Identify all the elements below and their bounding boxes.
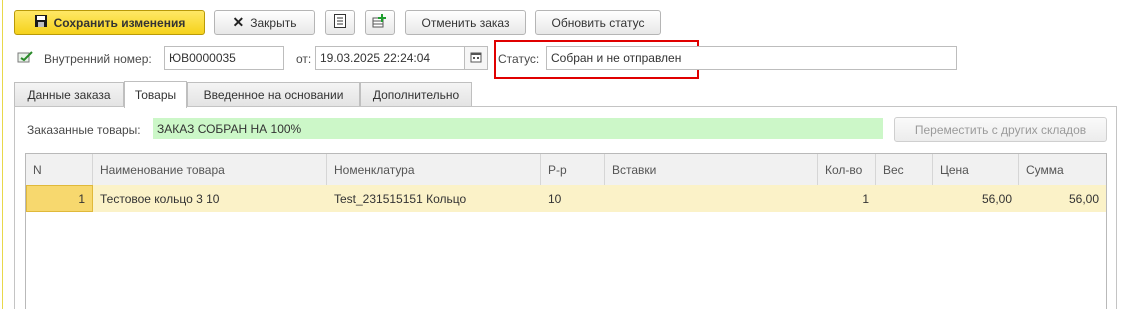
tab-goods-label: Товары [134,88,177,102]
column-header-label: Вес [883,162,904,177]
cell-value: Тестовое кольцо 3 10 [100,191,220,206]
column-header-weight[interactable]: Вес [876,154,933,185]
column-header-inserts[interactable]: Вставки [605,154,818,185]
column-header-label: Кол-во [825,162,863,177]
edit-icon [17,50,35,67]
tab-additional[interactable]: Дополнительно [360,82,472,107]
column-header-label: Наименование товара [100,162,225,177]
window-edge [2,0,3,309]
cell-nomenclature[interactable]: Test_231515151 Кольцо [327,185,541,212]
column-header-label: N [33,162,42,177]
calendar-icon [470,51,482,66]
column-header-price[interactable]: Цена [933,154,1019,185]
table-row[interactable]: 1 Тестовое кольцо 3 10 Test_231515151 Ко… [26,185,1106,212]
cell-name[interactable]: Тестовое кольцо 3 10 [93,185,327,212]
cell-price[interactable]: 56,00 [933,185,1019,212]
close-button-label: Закрыть [250,15,297,30]
move-from-warehouses-button[interactable]: Переместить с других складов [894,117,1107,142]
column-header-label: Вставки [612,162,657,177]
cell-weight[interactable] [876,185,933,212]
close-icon: ✕ [232,14,245,30]
cell-value: 56,00 [981,191,1012,206]
column-header-nomenclature[interactable]: Номенклатура [327,154,541,185]
date-value: 19.03.2025 22:24:04 [320,51,431,65]
column-header-qty[interactable]: Кол-во [818,154,876,185]
floppy-disk-icon [34,14,48,31]
tab-based-on[interactable]: Введенное на основании [187,82,360,107]
column-header-name[interactable]: Наименование товара [93,154,327,185]
table-header: N Наименование товара Номенклатура Р-р В… [26,154,1106,186]
cell-value: 56,00 [1068,191,1099,206]
date-label: от: [296,52,312,66]
document-button[interactable] [325,10,355,35]
column-header-sum[interactable]: Сумма [1019,154,1106,185]
tab-goods[interactable]: Товары [124,81,187,108]
cancel-order-button[interactable]: Отменить заказ [405,10,526,35]
ordered-goods-status-text: ЗАКАЗ СОБРАН НА 100% [157,121,302,136]
tab-order-data-label: Данные заказа [27,88,111,102]
tab-additional-label: Дополнительно [372,88,460,102]
cell-value: 10 [548,191,562,206]
status-field[interactable]: Собран и не отправлен [546,46,957,70]
cell-value: 1 [862,191,869,206]
tab-based-on-label: Введенное на основании [203,88,344,102]
cell-value: Test_231515151 Кольцо [334,191,467,206]
move-from-warehouses-label: Переместить с других складов [914,122,1087,137]
update-status-label: Обновить статус [551,15,645,30]
add-table-icon [372,13,388,32]
internal-number-field[interactable]: ЮВ0000035 [164,46,284,70]
date-field[interactable]: 19.03.2025 22:24:04 [315,46,465,70]
column-header-size[interactable]: Р-р [541,154,605,185]
cancel-order-label: Отменить заказ [421,15,510,30]
internal-number-label: Внутренний номер: [44,52,152,66]
cell-inserts[interactable] [605,185,818,212]
column-header-n[interactable]: N [26,154,93,185]
internal-number-value: ЮВ0000035 [169,51,236,65]
cell-size[interactable]: 10 [541,185,605,212]
calendar-button[interactable] [465,46,488,70]
column-header-label: Р-р [548,162,567,177]
ordered-goods-label: Заказанные товары: [27,123,141,137]
update-status-button[interactable]: Обновить статус [535,10,661,35]
cell-sum[interactable]: 56,00 [1019,185,1106,212]
status-label: Статус: [498,52,540,66]
save-button-label: Сохранить изменения [53,15,186,30]
column-header-label: Сумма [1026,162,1064,177]
goods-table[interactable]: N Наименование товара Номенклатура Р-р В… [25,153,1107,309]
status-value: Собран и не отправлен [551,51,682,65]
cell-value: 1 [78,191,85,206]
column-header-label: Номенклатура [334,162,415,177]
document-icon [333,13,347,32]
ordered-goods-status: ЗАКАЗ СОБРАН НА 100% [153,118,883,139]
column-header-label: Цена [940,162,969,177]
close-button[interactable]: ✕ Закрыть [214,10,315,35]
add-row-button[interactable] [365,10,395,35]
save-button[interactable]: Сохранить изменения [14,10,205,35]
cell-n[interactable]: 1 [26,185,93,212]
tab-order-data[interactable]: Данные заказа [14,82,124,107]
cell-qty[interactable]: 1 [818,185,876,212]
